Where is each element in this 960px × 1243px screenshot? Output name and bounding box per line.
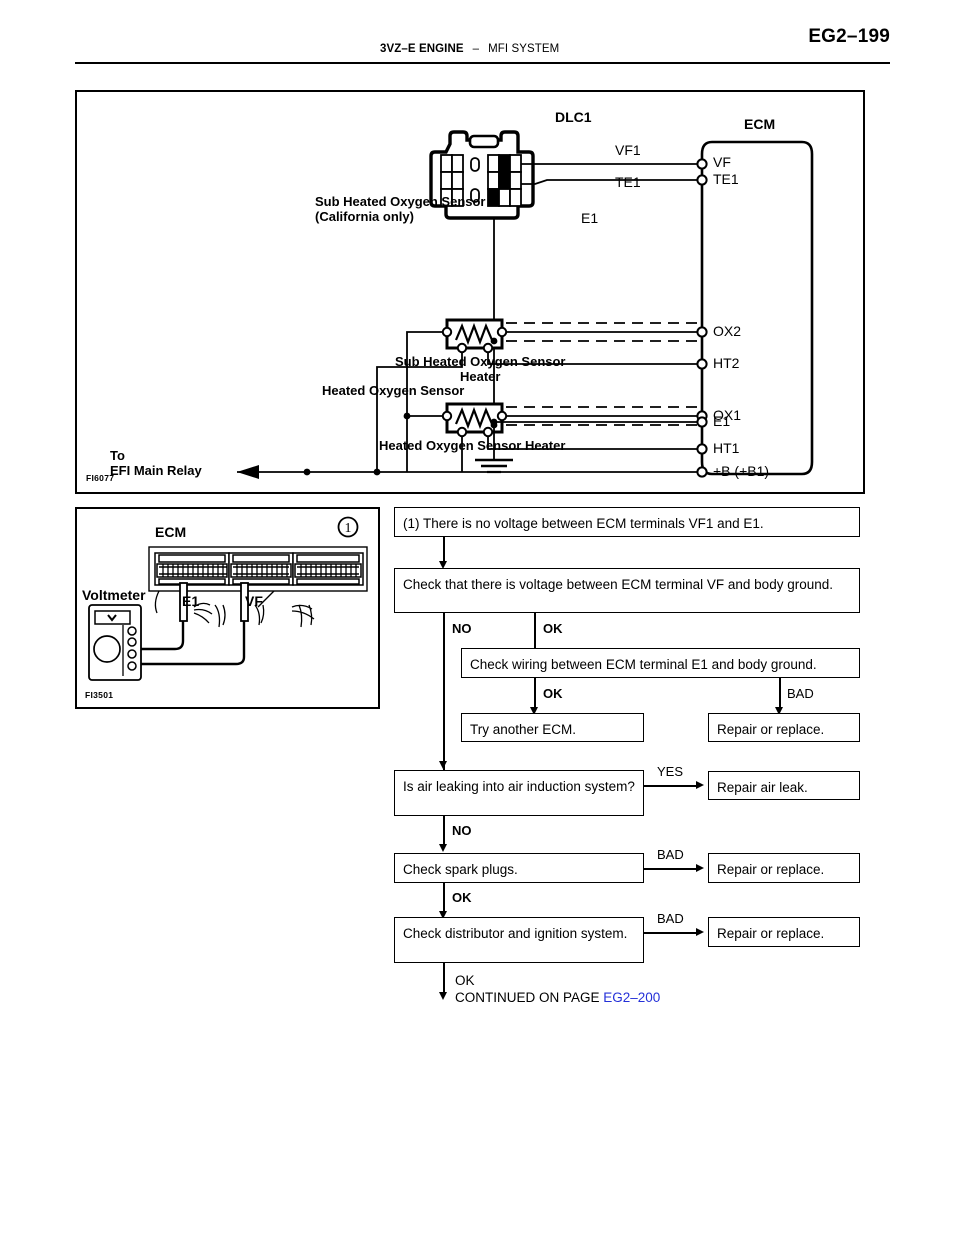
flow-step-5: Check spark plugs. (394, 853, 644, 883)
flow-result-repair-3-text: Repair or replace. (717, 926, 825, 941)
efi-relay-label-line2: EFI Main Relay (110, 463, 202, 478)
ecm-terminal-vf: VF (713, 154, 731, 170)
flow-final-line (443, 963, 445, 994)
flow-step-2: Check that there is voltage between ECM … (394, 568, 860, 613)
running-header: 3VZ–E ENGINE – MFI SYSTEM (380, 43, 559, 55)
dlc-pin-vf1: VF1 (615, 142, 641, 158)
header-rule (75, 62, 890, 64)
wiring-diagram-panel: DLC1 ECM VF1 TE1 E1 Sub Heated Oxygen Se… (75, 90, 865, 494)
flow-branch-ok3-line (443, 883, 445, 913)
ecm-terminal-ox2: OX2 (713, 323, 742, 339)
photo-figure-id: FI3501 (85, 690, 114, 700)
flow-step-5-text: Check spark plugs. (403, 862, 518, 877)
flow-step-2-text: Check that there is voltage between ECM … (403, 577, 833, 592)
flow-result-repair-2-text: Repair or replace. (717, 862, 825, 877)
continued-page-link[interactable]: EG2–200 (603, 990, 660, 1005)
flow-label-bad-3: BAD (657, 911, 684, 926)
flow-label-bad-2: BAD (657, 847, 684, 862)
photo-ecm-label: ECM (155, 524, 187, 540)
flow-label-final-ok: OK (455, 973, 475, 988)
flow-label-no-2: NO (452, 823, 472, 838)
continued-note: OK CONTINUED ON PAGE EG2–200 (455, 972, 660, 1006)
flow-branch-ok1-line (534, 613, 536, 651)
flow-result-repair-1: Repair or replace. (708, 713, 860, 742)
flow-arrow-bad2 (696, 864, 704, 872)
flow-result-air-leak: Repair air leak. (708, 771, 860, 800)
voltmeter-label: Voltmeter (82, 587, 146, 603)
flow-connector-1 (443, 537, 445, 563)
flow-step-3-text: Check wiring between ECM terminal E1 and… (470, 657, 817, 672)
svg-text:1: 1 (345, 521, 352, 536)
voltmeter-illustration-svg: 1 (88, 516, 368, 681)
flow-step-6-text: Check distributor and ignition system. (403, 926, 628, 941)
flow-step-6: Check distributor and ignition system. (394, 917, 644, 963)
flow-branch-no-line (443, 613, 445, 783)
flow-arrow-yes (696, 781, 704, 789)
flow-label-ok-2: OK (543, 686, 563, 701)
flow-result-try-ecm-text: Try another ECM. (470, 722, 577, 737)
header-system: MFI SYSTEM (488, 43, 560, 55)
continued-prefix: CONTINUED ON PAGE (455, 990, 604, 1005)
ecm-terminal-ht1: HT1 (713, 440, 740, 456)
wiring-schematic-svg (237, 130, 814, 479)
flow-branch-bad3-line (644, 932, 698, 934)
dlc-pin-te1: TE1 (615, 174, 641, 190)
flow-arrow-bad3 (696, 928, 704, 936)
flow-label-bad-1: BAD (787, 686, 814, 701)
header-engine: 3VZ–E ENGINE (380, 43, 464, 55)
flow-branch-ok2-line (534, 678, 536, 709)
flow-label-yes: YES (657, 764, 684, 779)
flow-step-4: Is air leaking into air induction system… (394, 770, 644, 816)
ho2-heater-label: Heated Oxygen Sensor Heater (379, 438, 566, 453)
flow-result-repair-2: Repair or replace. (708, 853, 860, 883)
flow-step-3: Check wiring between ECM terminal E1 and… (461, 648, 860, 678)
flow-arrow-no (439, 761, 447, 769)
ecm-label: ECM (744, 116, 776, 132)
header-separator: – (472, 43, 480, 55)
dlc1-label: DLC1 (555, 109, 592, 125)
flow-arrow-final (439, 992, 447, 1000)
flow-branch-bad1-line (779, 678, 781, 709)
flow-arrow-no2 (439, 844, 447, 852)
probe-label-e1: E1 (182, 593, 200, 609)
continued-line: CONTINUED ON PAGE EG2–200 (455, 989, 660, 1006)
wiring-figure-id: FI6077 (86, 473, 115, 483)
flow-result-repair-3: Repair or replace. (708, 917, 860, 947)
sub-ho2-sensor-sublabel: (California only) (315, 209, 414, 224)
ecm-terminal-te1: TE1 (713, 171, 739, 187)
ecm-terminal-ht2: HT2 (713, 355, 740, 371)
ecm-terminal-e1: E1 (713, 413, 731, 429)
flow-result-repair-1-text: Repair or replace. (717, 722, 825, 737)
dlc-pin-e1: E1 (581, 210, 599, 226)
flow-branch-yes-line (644, 785, 698, 787)
sub-ho2-heater-label: Sub Heated Oxygen Sensor (395, 354, 566, 369)
flow-label-ok-1: OK (543, 621, 563, 636)
sub-ho2-heater-label2: Heater (460, 369, 501, 384)
flow-result-try-ecm: Try another ECM. (461, 713, 644, 742)
efi-relay-arrow (237, 465, 259, 479)
flow-step-1-text: (1) There is no voltage between ECM term… (403, 516, 764, 531)
ho2-sensor-label: Heated Oxygen Sensor (322, 383, 465, 398)
flow-step-1: (1) There is no voltage between ECM term… (394, 507, 860, 537)
flow-label-ok-3: OK (452, 890, 472, 905)
sub-ho2-sensor-label: Sub Heated Oxygen Sensor (315, 194, 486, 209)
probe-label-vf: VF (245, 593, 263, 609)
flow-branch-no2-line (443, 816, 445, 846)
flow-label-no: NO (452, 621, 472, 636)
measurement-photo-panel: 1 ECM Voltmeter E1 VF FI3501 (75, 507, 380, 709)
efi-relay-label-line1: To (110, 448, 125, 463)
flow-branch-bad2-line (644, 868, 698, 870)
ecm-terminal-b: +B (+B1) (713, 463, 770, 479)
flow-step-4-text: Is air leaking into air induction system… (403, 779, 635, 794)
flow-result-air-leak-text: Repair air leak. (717, 780, 808, 795)
